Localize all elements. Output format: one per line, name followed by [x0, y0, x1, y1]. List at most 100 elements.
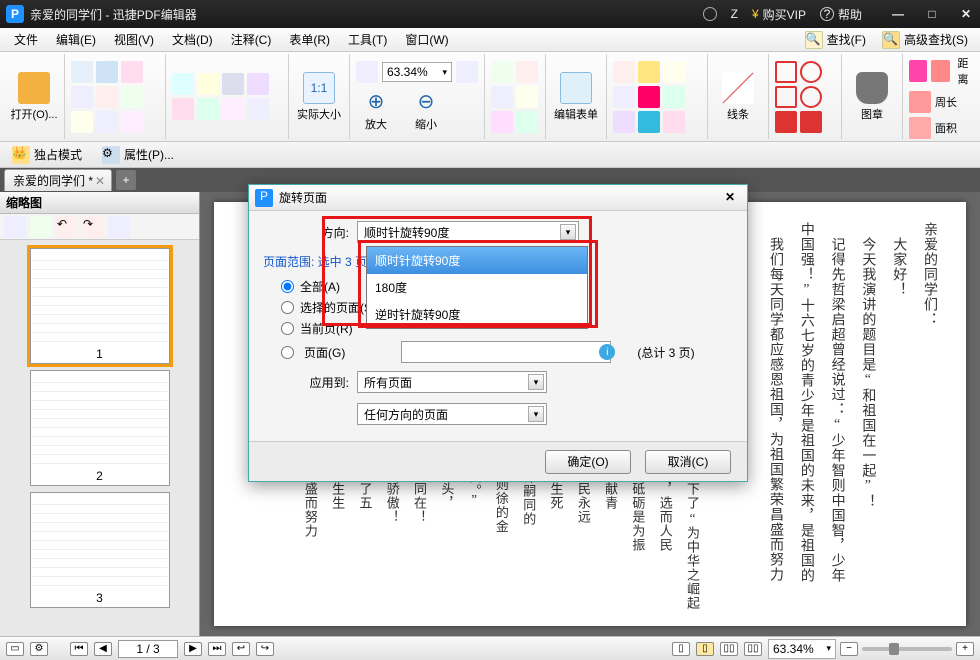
arrow-icon[interactable]: [775, 111, 797, 133]
zoom-area-icon[interactable]: [172, 73, 194, 95]
close-button[interactable]: ✕: [958, 6, 974, 22]
properties-button[interactable]: ⚙属性(P)...: [96, 144, 180, 166]
rotate-right-icon[interactable]: [516, 61, 538, 83]
doc-icon[interactable]: [121, 86, 143, 108]
underline-icon[interactable]: [663, 61, 685, 83]
area-label[interactable]: 面积: [935, 120, 957, 136]
highlight2-icon[interactable]: [638, 61, 660, 83]
view-mode-1[interactable]: ▭: [6, 642, 24, 656]
zoom-out-icon[interactable]: −: [840, 642, 858, 656]
thumb-rotate-left-icon[interactable]: ↶: [56, 216, 78, 238]
eraser-icon[interactable]: [909, 60, 927, 82]
mail-icon[interactable]: [121, 61, 143, 83]
new-tab-button[interactable]: +: [116, 170, 136, 190]
menu-view[interactable]: 视图(V): [106, 29, 162, 50]
status-zoom-field[interactable]: 63.34%▾: [768, 639, 836, 659]
help-button[interactable]: ?帮助: [820, 6, 862, 23]
stamp2-icon[interactable]: [663, 86, 685, 108]
undo-icon[interactable]: [71, 111, 93, 133]
ok-button[interactable]: 确定(O): [545, 450, 631, 474]
text-select-icon[interactable]: [197, 98, 219, 120]
menu-comment[interactable]: 注释(C): [223, 29, 280, 50]
highlight-icon[interactable]: [222, 98, 244, 120]
cloud-icon[interactable]: [121, 111, 143, 133]
layout-cont-icon[interactable]: ▯: [696, 642, 714, 656]
menu-document[interactable]: 文档(D): [164, 29, 221, 50]
dropdown-option-180[interactable]: 180度: [367, 274, 587, 301]
link-icon[interactable]: [663, 111, 685, 133]
dropdown-option-ccw90[interactable]: 逆时针旋转90度: [367, 301, 587, 328]
globe-icon[interactable]: [703, 7, 717, 21]
radio-all[interactable]: [281, 280, 294, 293]
chevron-down-icon[interactable]: ▾: [560, 224, 576, 240]
circle-icon[interactable]: [800, 61, 822, 83]
layout3-icon[interactable]: [491, 111, 513, 133]
fit-width-icon[interactable]: [356, 61, 378, 83]
save-icon[interactable]: [96, 61, 118, 83]
thumb-tool-2[interactable]: [30, 216, 52, 238]
cursor-icon[interactable]: [247, 73, 269, 95]
menu-edit[interactable]: 编辑(E): [48, 29, 104, 50]
print-icon[interactable]: [71, 86, 93, 108]
edit-form-button[interactable]: 编辑表单: [552, 72, 600, 122]
dropdown-option-cw90[interactable]: 顺时针旋转90度: [367, 247, 587, 274]
nav-fwd-button[interactable]: ↪: [256, 642, 274, 656]
options-icon[interactable]: ⚙: [30, 642, 48, 656]
last-page-button[interactable]: ⏭: [208, 642, 226, 656]
dialog-close-button[interactable]: ✕: [725, 190, 741, 206]
menu-form[interactable]: 表单(R): [281, 29, 338, 50]
user-label[interactable]: Z: [731, 7, 738, 21]
zoom-out-button[interactable]: ⊖缩小: [406, 89, 446, 132]
new-icon[interactable]: [71, 61, 93, 83]
find-button[interactable]: 🔍查找(F): [799, 29, 872, 51]
menu-file[interactable]: 文件: [6, 29, 46, 50]
thumbnail-1[interactable]: 1: [30, 248, 170, 364]
zoom-in-icon[interactable]: +: [956, 642, 974, 656]
poly-icon[interactable]: [775, 86, 797, 108]
layout-single-icon[interactable]: ▯: [672, 642, 690, 656]
distance-label[interactable]: 距离: [954, 55, 972, 87]
thumb-rotate-right-icon[interactable]: ↷: [82, 216, 104, 238]
page-number-field[interactable]: [118, 640, 178, 658]
stamp-button[interactable]: 图章: [848, 72, 896, 122]
prev-page-button[interactable]: ◀: [94, 642, 112, 656]
perimeter-label[interactable]: 周长: [935, 94, 957, 110]
area-icon[interactable]: [909, 117, 931, 139]
radio-pages[interactable]: [281, 346, 294, 359]
open-button[interactable]: 打开(O)...: [10, 72, 58, 122]
maximize-button[interactable]: □: [924, 6, 940, 22]
layout-contfacing-icon[interactable]: ▯▯: [744, 642, 762, 656]
tab-close-icon[interactable]: ✕: [95, 174, 107, 186]
apply-to-combo[interactable]: 所有页面▾: [357, 371, 547, 393]
cancel-button[interactable]: 取消(C): [645, 450, 731, 474]
radio-current[interactable]: [281, 322, 294, 335]
ellipse-icon[interactable]: [800, 86, 822, 108]
rect-icon[interactable]: [775, 61, 797, 83]
strikeout-icon[interactable]: [613, 86, 635, 108]
note-icon[interactable]: [247, 98, 269, 120]
thumb-tool-5[interactable]: [108, 216, 130, 238]
hand-icon[interactable]: [197, 73, 219, 95]
actual-size-button[interactable]: 1:1 实际大小: [295, 72, 343, 122]
info-icon[interactable]: i: [599, 344, 615, 360]
zoom-slider[interactable]: [862, 647, 952, 651]
select-icon[interactable]: [172, 98, 194, 120]
menu-tools[interactable]: 工具(T): [340, 29, 395, 50]
zoom-spin-icon[interactable]: [456, 61, 478, 83]
dist-icon[interactable]: [931, 60, 949, 82]
cloud-shape-icon[interactable]: [800, 111, 822, 133]
layout2-icon[interactable]: [516, 86, 538, 108]
rotate-left-icon[interactable]: [491, 61, 513, 83]
document-tab[interactable]: 亲爱的同学们 * ✕: [4, 169, 112, 191]
attach-icon[interactable]: [613, 111, 635, 133]
first-page-button[interactable]: ⏮: [70, 642, 88, 656]
next-page-button[interactable]: ▶: [184, 642, 202, 656]
nav-back-button[interactable]: ↩: [232, 642, 250, 656]
pages-input[interactable]: [401, 341, 611, 363]
thumbnail-2[interactable]: 2: [30, 370, 170, 486]
minimize-button[interactable]: —: [890, 6, 906, 22]
direction-combo[interactable]: 顺时针旋转90度▾: [357, 221, 579, 243]
layout1-icon[interactable]: [491, 86, 513, 108]
layout4-icon[interactable]: [516, 111, 538, 133]
orientation-combo[interactable]: 任何方向的页面▾: [357, 403, 547, 425]
